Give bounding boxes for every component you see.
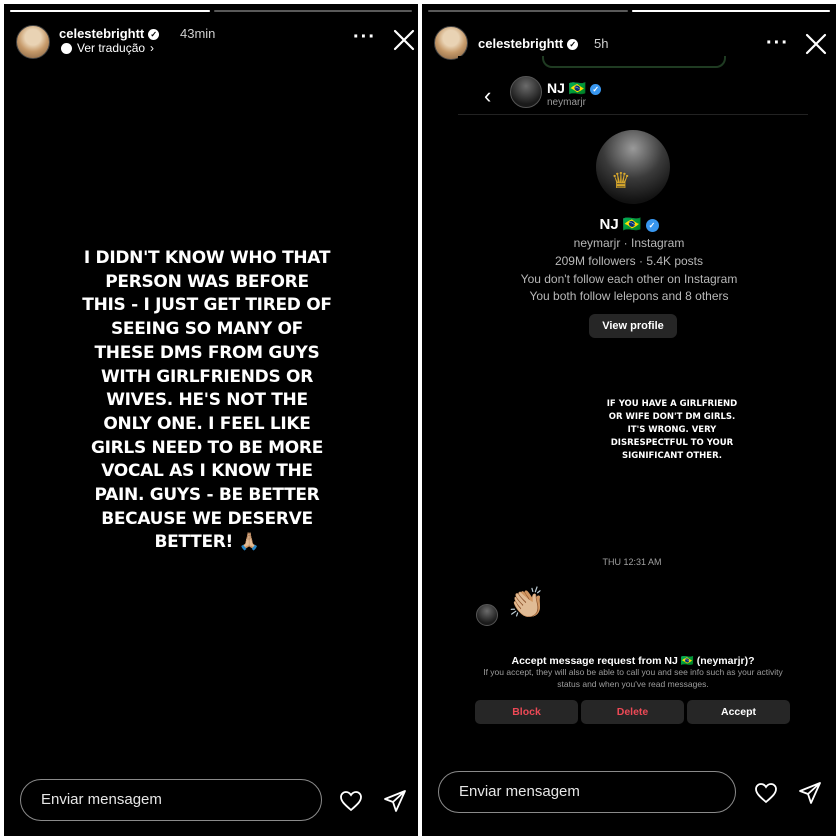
- verified-icon: ✓: [590, 83, 602, 95]
- mutuals-line: You both follow lelepons and 8 others: [529, 289, 729, 303]
- story-progress-2: [632, 10, 830, 12]
- story-text: I DIDN'T KNOW WHO THAT PERSON WAS BEFORE…: [82, 248, 332, 553]
- username[interactable]: celestebrightt ✓: [478, 36, 579, 51]
- send-icon[interactable]: [798, 781, 822, 805]
- send-icon[interactable]: [383, 789, 407, 813]
- story-progress-2: [214, 10, 412, 12]
- more-icon[interactable]: ···: [353, 26, 376, 49]
- crown-icon: ♛: [611, 168, 631, 193]
- verified-icon: ✓: [645, 218, 659, 232]
- more-icon[interactable]: ···: [766, 32, 789, 55]
- back-chevron-icon[interactable]: ‹: [484, 83, 491, 109]
- view-profile-button: View profile: [589, 314, 677, 338]
- message-input[interactable]: Enviar mensagem: [438, 771, 736, 813]
- followers-line: 209M followers · 5.4K posts: [554, 254, 704, 268]
- avatar[interactable]: [16, 25, 50, 59]
- divider: [458, 114, 808, 115]
- dm-avatar: [510, 76, 542, 108]
- request-body: If you accept, they will also be able to…: [483, 667, 783, 689]
- close-icon[interactable]: [393, 29, 415, 51]
- post-time: 43min: [180, 26, 216, 41]
- close-icon[interactable]: [805, 33, 827, 55]
- story-progress-1: [428, 10, 628, 12]
- story-panel-left: celestebrightt ✓ 43min Ver tradução › ···…: [4, 4, 418, 836]
- message-input[interactable]: Enviar mensagem: [20, 779, 322, 821]
- block-button: Block: [475, 700, 578, 724]
- accept-button: Accept: [687, 700, 790, 724]
- translate-link[interactable]: Ver tradução ›: [61, 41, 154, 55]
- post-time: 5h: [594, 36, 609, 51]
- story-progress-1: [10, 10, 210, 12]
- profile-handle: neymarjr · Instagram: [573, 236, 685, 250]
- translate-label: Ver tradução: [77, 41, 146, 55]
- heart-icon[interactable]: [754, 781, 778, 805]
- heart-icon[interactable]: [339, 789, 363, 813]
- sender-avatar: [476, 604, 498, 626]
- profile-avatar: [596, 130, 670, 204]
- dm-header-handle: neymarjr: [547, 97, 586, 108]
- delete-button: Delete: [581, 700, 684, 724]
- clap-emoji: 👏🏼: [508, 587, 546, 620]
- verified-icon: ✓: [567, 39, 579, 51]
- username[interactable]: celestebrightt ✓: [59, 26, 160, 41]
- verified-icon: ✓: [148, 29, 160, 41]
- dm-header-name: NJ 🇧🇷 ✓: [547, 80, 602, 97]
- globe-icon: [61, 42, 72, 54]
- follow-status: You don't follow each other on Instagram: [520, 272, 738, 286]
- avatar[interactable]: [434, 26, 468, 60]
- story-caption: IF YOU HAVE A GIRLFRIEND OR WIFE DON'T D…: [606, 399, 738, 461]
- divider: [542, 56, 726, 68]
- story-panel-right: celestebrightt ✓ 5h ··· ‹ NJ 🇧🇷 ✓ neymarjr…: [422, 4, 836, 836]
- message-timestamp: THU 12:31 AM: [602, 557, 662, 567]
- profile-name: NJ 🇧🇷 ✓: [422, 215, 836, 233]
- chevron-right-icon: ›: [150, 41, 155, 55]
